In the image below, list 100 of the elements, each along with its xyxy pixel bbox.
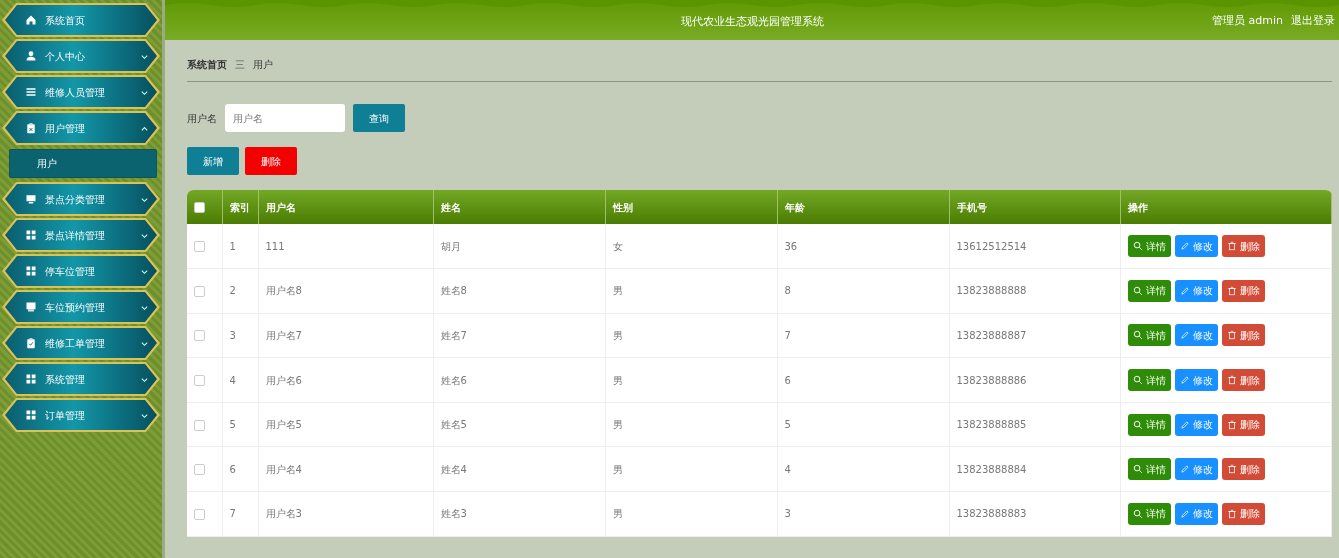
sidebar-item[interactable]: 车位预约管理	[2, 290, 160, 324]
sidebar-item[interactable]: 系统管理	[2, 362, 160, 396]
checkbox[interactable]	[194, 330, 205, 342]
table-cell: 男	[612, 330, 623, 341]
table-cell: 用户名8	[265, 285, 302, 297]
table-cell: 姓名8	[440, 285, 467, 297]
table-cell: 姓名6	[440, 374, 467, 386]
pencil-icon	[1179, 330, 1190, 341]
edit-button[interactable]: 修改	[1174, 279, 1218, 302]
delete-button[interactable]: 删除	[1221, 279, 1265, 302]
sidebar-item[interactable]: 用户管理	[2, 111, 160, 145]
sidebar-item[interactable]: 系统首页	[2, 3, 160, 37]
details-button[interactable]: 详情	[1127, 235, 1171, 258]
checkbox[interactable]	[194, 419, 205, 431]
edit-button[interactable]: 修改	[1174, 324, 1218, 347]
details-button[interactable]: 详情	[1127, 279, 1171, 302]
sidebar-item[interactable]: 维修工单管理	[2, 326, 160, 360]
checkbox[interactable]	[194, 375, 205, 387]
table-cell: 男	[612, 419, 623, 431]
checkbox[interactable]	[194, 285, 205, 297]
sidebar-item[interactable]: 景点详情管理	[2, 218, 160, 252]
checkbox[interactable]	[194, 508, 205, 520]
details-button[interactable]: 详情	[1127, 458, 1171, 481]
table-cell: 胡月	[440, 240, 461, 252]
table-cell: 3	[784, 508, 791, 520]
edit-button[interactable]: 修改	[1174, 413, 1218, 436]
grid-icon	[25, 373, 37, 385]
table-cell: 姓名3	[440, 508, 467, 520]
table-cell: 13823888886	[956, 374, 1027, 386]
checkbox[interactable]	[194, 464, 205, 476]
search-icon	[1132, 464, 1143, 475]
pencil-icon	[1179, 464, 1190, 475]
table-cell: 用户名4	[265, 463, 302, 475]
delete-button[interactable]: 删除	[1221, 458, 1265, 481]
breadcrumb-item[interactable]: 用户	[253, 57, 273, 72]
add-button[interactable]: 新增	[187, 147, 239, 175]
column-header: 操作	[1127, 201, 1148, 213]
username-field[interactable]: 用户名	[225, 104, 345, 132]
delete-button[interactable]: 删除	[1221, 413, 1265, 436]
table-cell: 男	[612, 374, 623, 386]
trash-icon	[1226, 375, 1237, 386]
edit-button[interactable]: 修改	[1174, 458, 1218, 481]
table-cell: 2	[229, 285, 236, 297]
table-cell: 13823888885	[956, 419, 1027, 431]
table-cell: 7	[229, 508, 236, 520]
details-button[interactable]: 详情	[1127, 369, 1171, 392]
table-cell: 13823888883	[956, 508, 1027, 520]
grid-icon	[25, 265, 37, 277]
sidebar-item[interactable]: 订单管理	[2, 398, 160, 432]
column-header: 姓名	[440, 201, 461, 213]
delete-button[interactable]: 删除	[244, 147, 297, 175]
sidebar-item[interactable]: 维修人员管理	[2, 75, 160, 109]
pencil-icon	[1179, 241, 1190, 252]
delete-button[interactable]: 删除	[1221, 502, 1265, 525]
table-cell: 男	[612, 285, 623, 297]
table-cell: 4	[784, 463, 791, 475]
pencil-icon	[1179, 285, 1190, 296]
table-cell: 用户名7	[265, 330, 302, 341]
sidebar-item[interactable]: 景点分类管理	[2, 182, 160, 216]
table-cell: 13823888888	[956, 285, 1027, 297]
table-cell: 用户名6	[265, 374, 302, 386]
edit-button[interactable]: 修改	[1174, 369, 1218, 392]
details-button[interactable]: 详情	[1127, 413, 1171, 436]
delete-button[interactable]: 删除	[1221, 235, 1265, 258]
column-header: 用户名	[265, 201, 296, 213]
edit-button[interactable]: 修改	[1174, 235, 1218, 258]
trash-icon	[1226, 330, 1237, 341]
search-icon	[1132, 330, 1143, 341]
trash-icon	[1226, 464, 1237, 475]
pencil-icon	[1179, 375, 1190, 386]
search-button[interactable]: 查询	[353, 104, 405, 132]
search-icon	[1132, 241, 1143, 252]
submenu-item[interactable]: 用户	[9, 149, 157, 178]
monitor-icon	[25, 301, 37, 313]
table-cell: 13612512514	[956, 240, 1027, 252]
checkbox[interactable]	[194, 241, 205, 253]
table-cell: 7	[784, 330, 791, 341]
pencil-icon	[1179, 419, 1190, 430]
table-cell: 6	[229, 463, 236, 475]
trash-icon	[1226, 419, 1237, 430]
details-button[interactable]: 详情	[1127, 502, 1171, 525]
search-icon	[1132, 508, 1143, 519]
sidebar-item[interactable]: 停车位管理	[2, 254, 160, 288]
trash-icon	[1226, 241, 1237, 252]
table-cell: 男	[612, 508, 623, 520]
table-cell: 女	[612, 240, 623, 252]
sidebar-item[interactable]: 个人中心	[2, 39, 160, 73]
breadcrumb-item[interactable]: 系统首页	[187, 57, 227, 72]
delete-button[interactable]: 删除	[1221, 369, 1265, 392]
table-cell: 姓名4	[440, 463, 467, 475]
table-cell: 用户名5	[265, 419, 302, 431]
delete-button[interactable]: 删除	[1221, 324, 1265, 347]
monitor-icon	[25, 193, 37, 205]
table-cell: 36	[784, 240, 798, 252]
details-button[interactable]: 详情	[1127, 324, 1171, 347]
edit-button[interactable]: 修改	[1174, 502, 1218, 525]
clipboard-icon	[25, 122, 37, 134]
logout-link[interactable]: 退出登录	[1291, 13, 1335, 30]
checkbox[interactable]	[194, 202, 205, 213]
table-cell: 8	[784, 285, 791, 297]
